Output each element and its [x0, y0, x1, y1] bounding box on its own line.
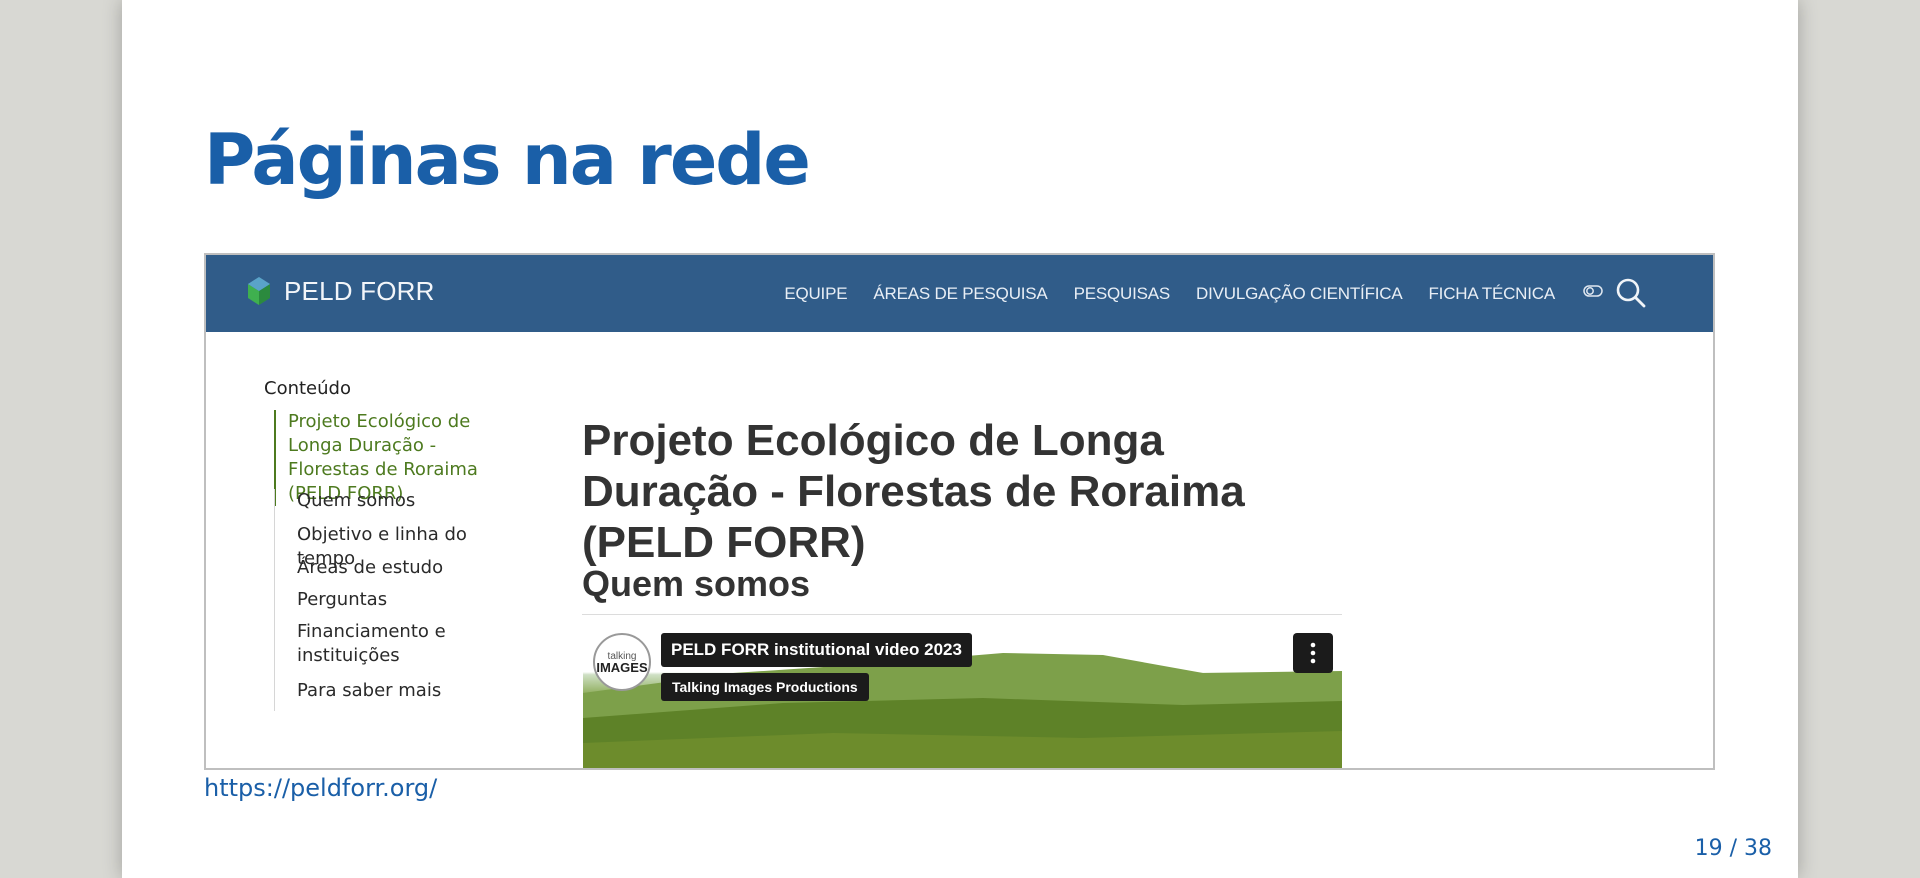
toc-item-quem-somos[interactable]: Quem somos: [297, 489, 517, 513]
nav-pesquisas[interactable]: PESQUISAS: [1074, 284, 1171, 304]
toc-sublist: Quem somos Objetivo e linha do tempo Áre…: [274, 489, 505, 711]
search-icon[interactable]: [1615, 277, 1647, 309]
channel-avatar[interactable]: talking IMAGES: [593, 633, 651, 691]
video-channel[interactable]: Talking Images Productions: [661, 673, 869, 701]
video-title[interactable]: PELD FORR institutional video 2023: [661, 633, 972, 667]
theme-toggle-icon[interactable]: [1583, 284, 1603, 298]
site-brand[interactable]: PELD FORR: [246, 275, 435, 307]
toc-item-para-saber-mais[interactable]: Para saber mais: [297, 679, 517, 703]
section-divider: [582, 614, 1342, 615]
nav-areas-de-pesquisa[interactable]: ÁREAS DE PESQUISA: [873, 284, 1047, 304]
nav-equipe[interactable]: EQUIPE: [784, 284, 847, 304]
site-navbar: PELD FORR EQUIPE ÁREAS DE PESQUISA PESQU…: [206, 255, 1713, 332]
more-vertical-icon: [1310, 642, 1316, 664]
nav-divulgacao-cientifica[interactable]: DIVULGAÇÃO CIENTÍFICA: [1196, 284, 1403, 304]
section-heading: Quem somos: [582, 563, 811, 604]
toc-item-areas-de-estudo[interactable]: Áreas de estudo: [297, 556, 517, 580]
nav-ficha-tecnica[interactable]: FICHA TÉCNICA: [1429, 284, 1556, 304]
website-screenshot: PELD FORR EQUIPE ÁREAS DE PESQUISA PESQU…: [204, 253, 1715, 770]
video-embed[interactable]: talking IMAGES PELD FORR institutional v…: [583, 633, 1342, 768]
slide-title: Páginas na rede: [204, 119, 811, 201]
page-heading: Projeto Ecológico de Longa Duração - Flo…: [582, 416, 1245, 567]
toc-title: Conteúdo: [264, 378, 351, 399]
page-number: 19 / 38: [1694, 836, 1772, 861]
site-link[interactable]: https://peldforr.org/: [204, 774, 437, 802]
brand-name: PELD FORR: [284, 275, 435, 306]
peld-logo-icon: [248, 277, 270, 305]
slide: Páginas na rede PELD FORR EQUIPE ÁREAS D…: [122, 0, 1798, 878]
avatar-text-line2: IMAGES: [596, 660, 648, 675]
toc-item-financiamento[interactable]: Financiamento e instituições: [297, 620, 517, 668]
site-nav: EQUIPE ÁREAS DE PESQUISA PESQUISAS DIVUL…: [784, 284, 1555, 304]
video-more-button[interactable]: [1293, 633, 1333, 673]
toc-item-perguntas[interactable]: Perguntas: [297, 588, 517, 612]
